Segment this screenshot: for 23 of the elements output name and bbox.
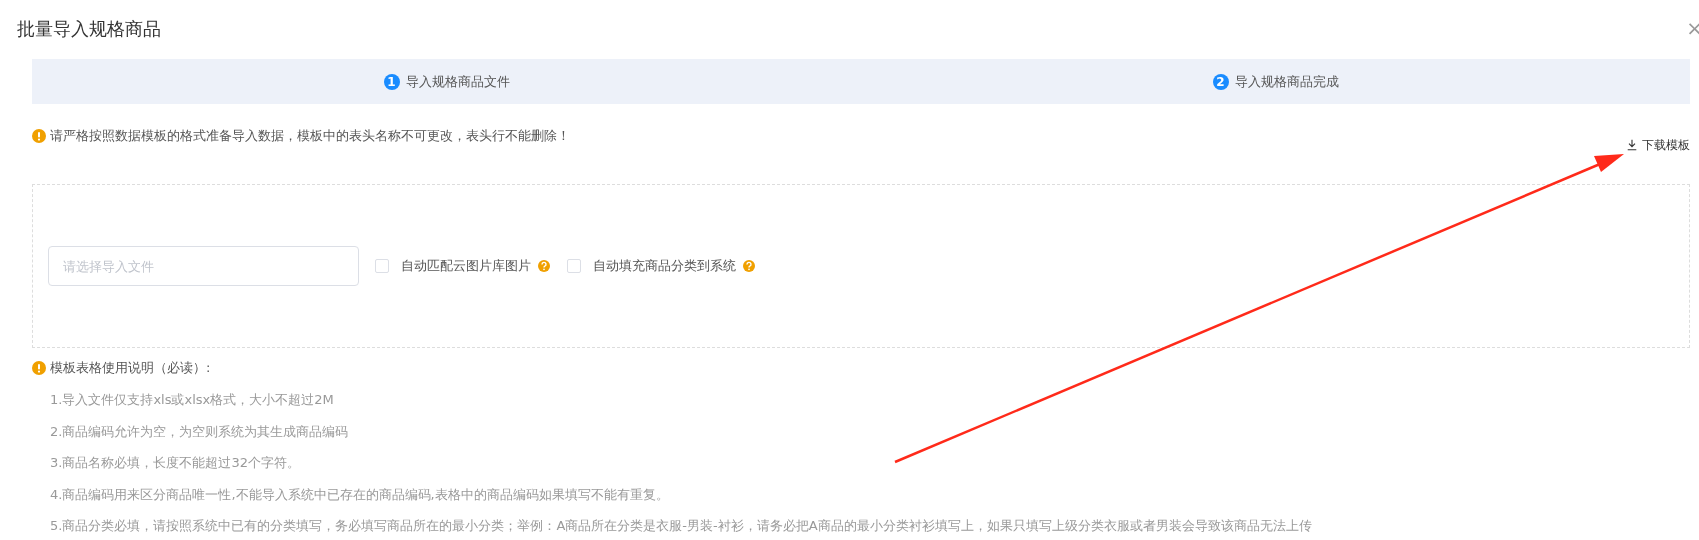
instruction-text: 3.商品名称必填，长度不能超过32个字符。 xyxy=(50,454,301,472)
instructions-heading: 模板表格使用说明（必读）: xyxy=(50,359,211,378)
instruction-text: 5.商品分类必填，请按照系统中已有的分类填写，务必填写商品所在的最小分类；举例：A商品所在分类是衣服-男装-衬衫，请务必把A商品的最小分类衬衫填写上，如果只填写上级分类衣服或者男装会导致该商品无法上传 xyxy=(50,517,1313,535)
warning-icon xyxy=(32,128,46,143)
warning-icon xyxy=(32,361,46,375)
file-field[interactable]: 请选择导入文件 xyxy=(48,246,359,286)
help-icon xyxy=(537,259,551,273)
notice-text: 请严格按照数据模板的格式准备导入数据，模板中的表头名称不可更改，表头行不能删除！ xyxy=(50,127,570,145)
step-number: 1 xyxy=(383,73,400,90)
help-icon xyxy=(742,259,756,273)
dialog-title: 批量导入规格商品 xyxy=(17,18,161,40)
instruction-text: 4.商品编码用来区分商品唯一性,不能导入系统中已存在的商品编码,表格中的商品编码如果填写不能有重复。 xyxy=(50,485,670,504)
download-link[interactable]: 下载模板 xyxy=(1626,136,1690,154)
instruction-text: 1.导入文件仅支持xls或xlsx格式，大小不超过2M xyxy=(50,391,335,409)
step-label: 导入规格商品完成 xyxy=(1234,72,1339,91)
download-icon xyxy=(1626,139,1638,151)
checkbox[interactable] xyxy=(375,259,389,273)
checkbox-label: 自动匹配云图片库图片 xyxy=(401,257,531,276)
checkbox-label: 自动填充商品分类到系统 xyxy=(593,257,736,276)
step-label: 导入规格商品文件 xyxy=(405,72,510,91)
instruction-text: 2.商品编码允许为空，为空则系统为其生成商品编码 xyxy=(50,422,350,441)
checkbox[interactable] xyxy=(567,259,581,273)
step-number: 2 xyxy=(1212,73,1229,90)
